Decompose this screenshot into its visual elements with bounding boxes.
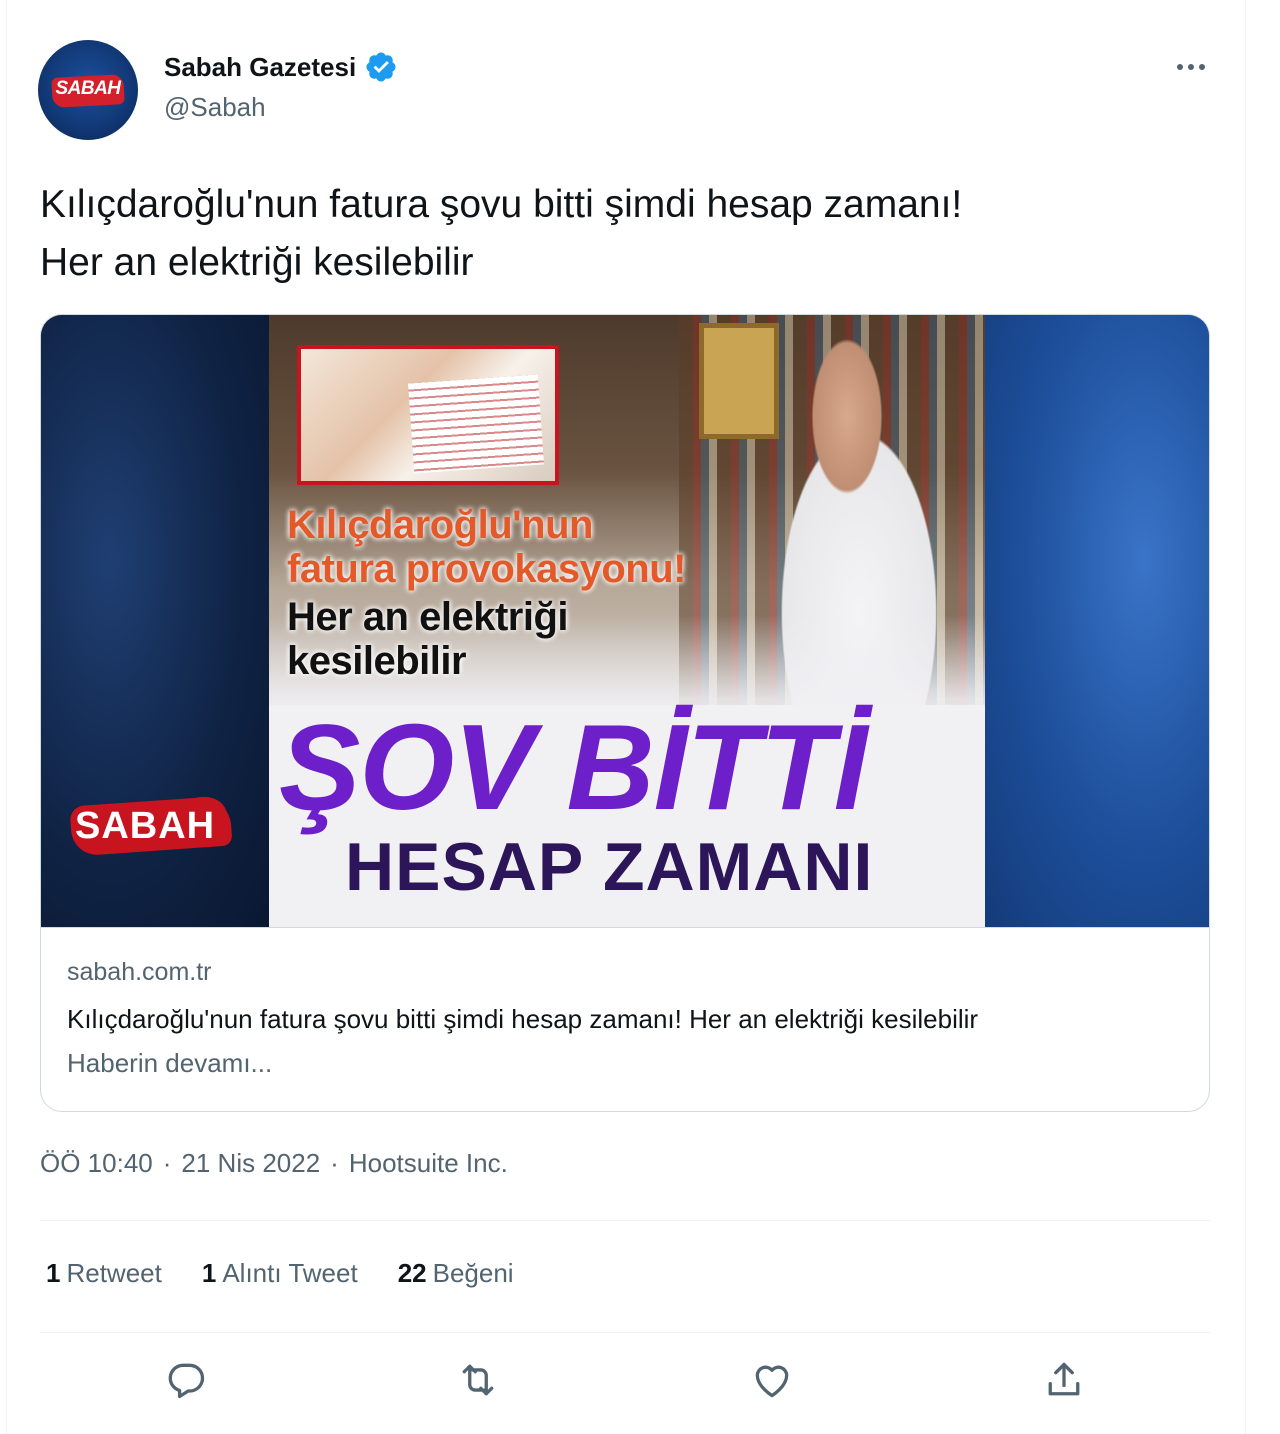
avatar[interactable]: SABAH (38, 40, 138, 140)
quote-tweet-count[interactable]: 1 Alıntı Tweet (202, 1258, 358, 1289)
meta-separator: · (162, 1148, 172, 1178)
stat-number: 1 (46, 1258, 61, 1288)
heart-icon (755, 1365, 789, 1398)
author-name-row: Sabah Gazetesi (164, 50, 398, 84)
stat-label: Beğeni (432, 1258, 514, 1288)
card-image-right-panel (985, 315, 1209, 927)
author-handle[interactable]: @Sabah (164, 92, 266, 123)
more-options-icon[interactable] (1170, 50, 1212, 84)
retweet-button[interactable] (456, 1358, 500, 1402)
more-dot (1177, 64, 1183, 70)
verified-badge-icon (366, 52, 396, 82)
retweet-icon (462, 1364, 494, 1396)
stat-number: 22 (397, 1258, 427, 1288)
like-button[interactable] (750, 1358, 794, 1402)
card-title: Kılıçdaroğlu'nun fatura şovu bitti şimdi… (67, 1004, 979, 1034)
watermark-text: SABAH (75, 805, 216, 847)
stat-label: Retweet (66, 1258, 162, 1288)
poster-headline-black: Her an elektriği kesilebilir (287, 595, 569, 683)
card-image[interactable]: SABAH Kılıçdaroğlu'nun fatura provokasyo… (41, 315, 1209, 927)
stat-number: 1 (201, 1258, 217, 1288)
tweet-time[interactable]: ÖÖ 10:40 (40, 1148, 153, 1178)
more-dot (1188, 64, 1194, 70)
divider (40, 1220, 1211, 1221)
poster-headline-orange: Kılıçdaroğlu'nun fatura provokasyonu! (287, 503, 686, 591)
tweet-source[interactable]: Hootsuite Inc. (349, 1148, 508, 1178)
reply-icon (168, 1363, 205, 1399)
share-icon (1048, 1362, 1080, 1396)
divider (40, 1332, 1211, 1333)
engagement-stats: 1 Retweet 1 Alıntı Tweet 22 Beğeni (46, 1258, 554, 1289)
tweet-date[interactable]: 21 Nis 2022 (181, 1148, 320, 1178)
poster-big-purple-text: ŞOV BİTTİ (279, 699, 867, 835)
link-preview-card[interactable]: SABAH Kılıçdaroğlu'nun fatura provokasyo… (40, 314, 1210, 1112)
retweet-count[interactable]: 1 Retweet (46, 1258, 162, 1289)
news-poster: Kılıçdaroğlu'nun fatura provokasyonu! He… (269, 315, 985, 927)
like-count[interactable]: 22 Beğeni (398, 1258, 514, 1289)
invoice-lines (408, 374, 544, 474)
tweet-text: Kılıçdaroğlu'nun fatura şovu bitti şimdi… (40, 183, 963, 284)
tweet-metadata: ÖÖ 10:40 · 21 Nis 2022 · Hootsuite Inc. (40, 1148, 508, 1179)
invoice-photo (297, 345, 559, 485)
stat-label: Alıntı Tweet (222, 1258, 358, 1288)
meta-separator: · (330, 1148, 339, 1178)
poster-big-dark-text: HESAP ZAMANI (345, 829, 874, 905)
card-domain: sabah.com.tr (67, 958, 212, 986)
avatar-logo-text: SABAH (55, 78, 121, 99)
author-display-name[interactable]: Sabah Gazetesi (164, 52, 356, 83)
reply-button[interactable] (164, 1358, 208, 1402)
card-description: Haberin devamı... (67, 1048, 273, 1078)
more-dot (1199, 64, 1205, 70)
share-button[interactable] (1042, 1358, 1086, 1402)
card-text-area[interactable]: sabah.com.tr Kılıçdaroğlu'nun fatura şov… (41, 927, 1209, 1111)
sabah-watermark-logo: SABAH (67, 791, 237, 867)
